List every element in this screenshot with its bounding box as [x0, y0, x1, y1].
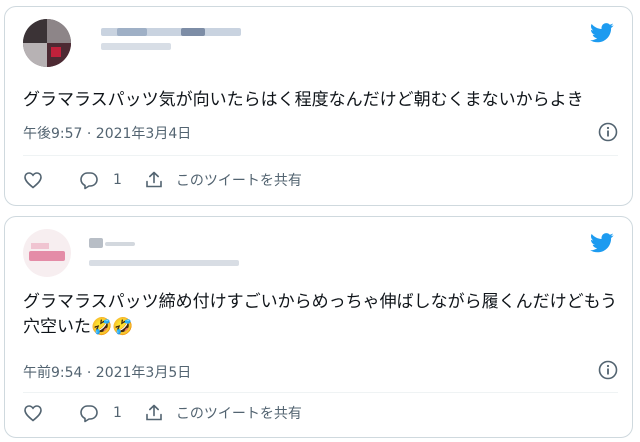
share-upload-icon — [146, 404, 162, 421]
tweet-timestamp[interactable]: 午後9:57 · 2021年3月4日 — [23, 123, 191, 143]
info-circle-icon[interactable] — [598, 360, 618, 380]
reply-count: 1 — [113, 172, 122, 188]
share-label: このツイートを共有 — [175, 406, 302, 422]
avatar[interactable] — [23, 229, 71, 277]
heart-icon — [24, 405, 42, 422]
share-button[interactable]: このツイートを共有 — [144, 403, 302, 423]
tweet-card[interactable]: グラマラスパッツ気が向いたらはく程度なんだけど朝むくまないからよき 午後9:57… — [4, 6, 633, 206]
share-label: このツイートを共有 — [175, 173, 302, 189]
avatar[interactable] — [23, 19, 71, 67]
heart-icon — [24, 172, 42, 189]
divider — [23, 392, 618, 393]
twitter-bird-icon[interactable] — [590, 233, 614, 253]
reply-button[interactable]: 1 — [79, 403, 122, 423]
reply-count: 1 — [113, 405, 122, 421]
share-button[interactable]: このツイートを共有 — [144, 170, 302, 190]
tweet-card[interactable]: グラマラスパッツ締め付けすごいからめっちゃ伸ばしながら履くんだけどもう穴空いた🤣… — [4, 216, 633, 438]
tweet-actions: 1 このツイートを共有 — [19, 400, 618, 426]
speech-bubble-icon — [80, 172, 98, 190]
like-button[interactable] — [23, 403, 43, 423]
info-circle-icon[interactable] — [598, 122, 618, 142]
tweet-text: グラマラスパッツ気が向いたらはく程度なんだけど朝むくまないからよき — [23, 90, 584, 110]
tweet-timestamp[interactable]: 午前9:54 · 2021年3月5日 — [23, 362, 191, 382]
tweet-actions: 1 このツイートを共有 — [19, 167, 618, 193]
reply-button[interactable]: 1 — [79, 170, 122, 190]
twitter-bird-icon[interactable] — [590, 23, 614, 43]
speech-bubble-icon — [80, 405, 98, 423]
rofl-emoji: 🤣🤣 — [91, 317, 134, 337]
divider — [23, 155, 618, 156]
like-button[interactable] — [23, 170, 43, 190]
tweet-text: グラマラスパッツ締め付けすごいからめっちゃ伸ばしながら履くんだけどもう穴空いた🤣… — [23, 290, 618, 340]
share-upload-icon — [146, 171, 162, 188]
